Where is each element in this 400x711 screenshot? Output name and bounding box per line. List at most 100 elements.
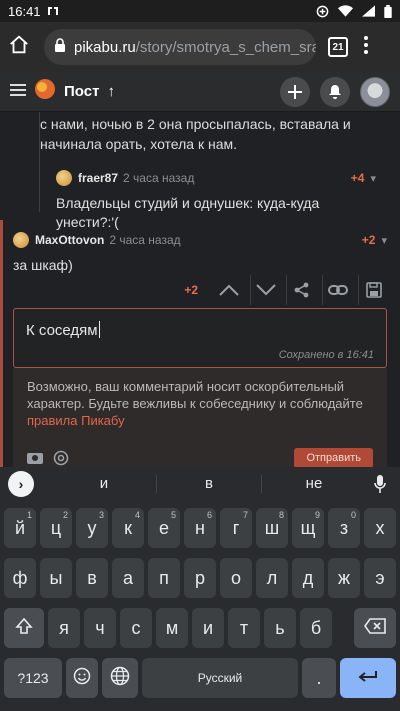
key[interactable]: р (184, 558, 216, 598)
camera-icon[interactable] (27, 450, 43, 467)
comment-username[interactable]: fraer87 (78, 171, 118, 185)
shift-key[interactable] (4, 608, 44, 648)
key[interactable]: к4 (112, 508, 144, 548)
key[interactable]: о (220, 558, 252, 598)
status-bar: 16:41 (0, 0, 400, 22)
key[interactable]: щ9 (292, 508, 324, 548)
send-button[interactable]: Отправить (294, 448, 373, 467)
key-label: у (87, 517, 97, 538)
key[interactable]: я (48, 608, 80, 648)
downvote-button[interactable] (250, 275, 280, 305)
actions-rating: +2 (184, 283, 198, 297)
suggestion-strip: › и в не (0, 467, 400, 500)
key[interactable]: з0 (328, 508, 360, 548)
key[interactable]: м (156, 608, 188, 648)
key[interactable]: у3 (76, 508, 108, 548)
key-row-2: ф ы в а п р о л д ж э (0, 558, 400, 598)
key[interactable]: э (364, 558, 396, 598)
key[interactable]: ь (264, 608, 296, 648)
key[interactable]: ы (40, 558, 72, 598)
reply-text-value: К соседям (26, 322, 98, 339)
space-key[interactable]: Русский (142, 658, 298, 698)
mention-icon[interactable] (53, 450, 69, 467)
suggestion-word[interactable]: не (261, 474, 366, 493)
add-post-button[interactable] (280, 76, 310, 107)
microphone-icon[interactable] (366, 474, 394, 493)
key[interactable]: ч (84, 608, 116, 648)
backspace-icon (364, 617, 386, 639)
key[interactable]: г7 (220, 508, 252, 548)
key[interactable]: ж (328, 558, 360, 598)
emoji-key[interactable] (66, 658, 98, 698)
key[interactable]: д (292, 558, 324, 598)
more-menu-icon[interactable] (364, 35, 368, 59)
key[interactable]: х (364, 508, 396, 548)
key[interactable]: т (228, 608, 260, 648)
key[interactable]: е5 (148, 508, 180, 548)
emoji-icon (73, 667, 91, 690)
key[interactable]: н6 (184, 508, 216, 548)
save-button[interactable] (358, 275, 388, 305)
reply-toolbar: Отправить (13, 446, 387, 467)
url-host: pikabu.ru (74, 38, 136, 56)
key-hint: 3 (98, 510, 104, 520)
user-avatar[interactable] (13, 232, 29, 248)
key-hint: 8 (278, 510, 284, 520)
user-avatar[interactable] (56, 170, 72, 186)
browser-toolbar: pikabu.ru/story/smotrya_s_chem_sra 21 (0, 22, 400, 72)
status-time: 16:41 (8, 3, 41, 19)
key[interactable]: л (256, 558, 288, 598)
key[interactable]: й1 (4, 508, 36, 548)
key[interactable]: ш8 (256, 508, 288, 548)
notifications-button[interactable] (320, 76, 350, 107)
avatar[interactable] (360, 76, 390, 107)
key-label: ш (264, 517, 280, 538)
key[interactable]: п (148, 558, 180, 598)
backspace-key[interactable] (354, 608, 396, 648)
reply-input[interactable]: К соседям Сохранено в 16:41 (13, 308, 387, 368)
symbols-key[interactable]: ?123 (4, 658, 62, 698)
comment-rating: +4 (350, 171, 365, 185)
key-label: з (339, 517, 349, 538)
pikabu-logo-icon[interactable] (34, 78, 56, 105)
enter-key[interactable] (340, 658, 396, 698)
scroll-up-icon[interactable]: ↑ (107, 83, 115, 100)
key[interactable]: в (76, 558, 108, 598)
key-label: е (158, 517, 169, 538)
expand-suggestions-icon[interactable]: › (8, 470, 34, 497)
key[interactable]: б (300, 608, 332, 648)
hamburger-menu-icon[interactable] (10, 83, 26, 101)
comments-area: с нами, ночью в 2 она просыпалась, встав… (0, 112, 400, 467)
home-icon[interactable] (8, 34, 30, 61)
comment-username[interactable]: MaxOttovon (35, 233, 104, 247)
link-button[interactable] (322, 275, 352, 305)
collapse-icon[interactable]: ▾ (381, 234, 387, 247)
collapse-icon[interactable]: ▾ (370, 172, 376, 185)
key[interactable]: ц2 (40, 508, 72, 548)
key-hint: 6 (206, 510, 212, 520)
key-label: н (195, 517, 205, 538)
battery-icon (384, 4, 392, 18)
share-button[interactable] (286, 275, 316, 305)
upvote-button[interactable] (214, 275, 244, 305)
page-title: Пост (64, 83, 100, 100)
language-key[interactable] (102, 658, 138, 698)
warning-text: Возможно, ваш комментарий носит оскорбит… (27, 379, 363, 411)
on-screen-keyboard: › и в не й1 ц2 у3 к4 е5 н6 г7 ш8 щ9 з0 х… (0, 467, 400, 711)
tab-switcher-button[interactable]: 21 (328, 37, 348, 57)
address-bar[interactable]: pikabu.ru/story/smotrya_s_chem_sra (44, 29, 316, 65)
key[interactable]: с (120, 608, 152, 648)
suggestion-word[interactable]: и (52, 475, 156, 493)
wifi-icon (338, 5, 353, 17)
period-key[interactable]: . (302, 658, 336, 698)
site-header: Пост ↑ (0, 72, 400, 112)
suggestion-word[interactable]: в (156, 474, 261, 493)
comment-time: 2 часа назад (123, 171, 195, 185)
globe-icon (110, 666, 130, 691)
key[interactable]: и (192, 608, 224, 648)
key[interactable]: ф (4, 558, 36, 598)
key[interactable]: а (112, 558, 144, 598)
key-label: х (375, 517, 385, 538)
rules-link[interactable]: правила Пикабу (27, 413, 125, 428)
key-label: к (124, 517, 132, 538)
